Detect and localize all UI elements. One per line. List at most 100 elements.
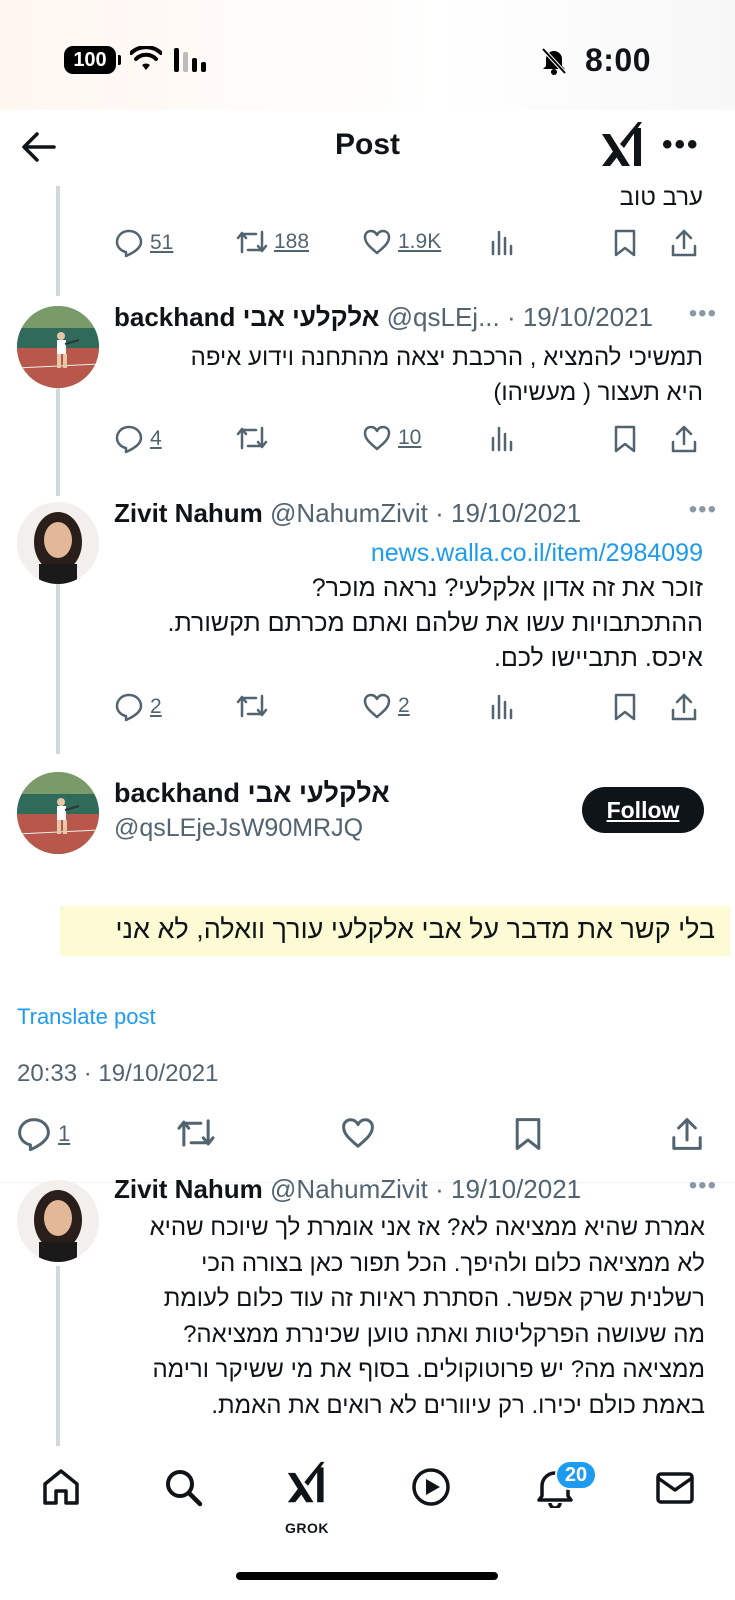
share-button[interactable] — [670, 228, 698, 258]
follow-button[interactable]: Follow — [582, 787, 704, 833]
bookmark-icon — [614, 229, 636, 257]
repost-icon — [177, 1119, 215, 1147]
views-button[interactable] — [490, 228, 516, 256]
views-button[interactable] — [490, 692, 516, 720]
bookmark-button[interactable] — [512, 1116, 544, 1152]
reply-count: 51 — [150, 231, 174, 254]
like-count: 2 — [398, 694, 410, 717]
grok-logo-icon[interactable] — [600, 120, 648, 170]
reply-count: 1 — [58, 1121, 71, 1146]
handle-and-date[interactable]: @qsLEj... · 19/10/2021 — [387, 302, 653, 332]
bookmark-button[interactable] — [612, 424, 638, 454]
tweet-text-line: היא תעצור ( מעשיהו) — [493, 379, 703, 406]
share-button[interactable] — [670, 692, 698, 722]
tweet-header: Zivit Nahum @NahumZivit · 19/10/2021 ••• — [114, 498, 717, 534]
tweet-actions: 2 2 — [114, 692, 714, 732]
reply-icon — [115, 229, 143, 258]
tweet-actions: 51 188 1.9K — [114, 228, 714, 268]
tweet-text-line: מה שעושה הפרקליטות ואתה טוען שכינרת ממצי… — [183, 1320, 705, 1348]
status-bar: 100 8:00 — [0, 0, 735, 110]
avatar[interactable] — [17, 502, 99, 584]
like-button[interactable]: 2 — [362, 692, 410, 720]
display-name[interactable]: backhand אלקלעי אבי — [114, 302, 379, 332]
display-name[interactable]: Zivit Nahum — [114, 1174, 263, 1204]
heart-icon — [363, 229, 391, 255]
silent-mode-icon — [541, 47, 567, 75]
repost-icon — [236, 230, 268, 254]
woman-portrait-photo — [17, 1180, 99, 1262]
avatar[interactable] — [17, 306, 99, 388]
handle-and-date[interactable]: @NahumZivit · 19/10/2021 — [270, 1174, 581, 1204]
avatar[interactable] — [17, 772, 99, 854]
repost-button[interactable] — [236, 692, 268, 720]
post-thread: ערב טוב 51 188 1.9K backhand אלקלעי אבי … — [0, 186, 735, 1446]
battery-icon: 100 — [64, 46, 121, 74]
home-indicator[interactable] — [236, 1572, 498, 1580]
tweet-header: backhand אלקלעי אבי @qsLEj... · 19/10/20… — [114, 302, 717, 338]
reply-icon — [115, 693, 143, 722]
like-button[interactable]: 10 — [362, 424, 421, 452]
reply-button[interactable]: 4 — [114, 424, 162, 454]
share-icon — [671, 425, 697, 453]
home-icon[interactable] — [40, 1466, 82, 1508]
bookmark-icon — [614, 425, 636, 453]
tweet-header: Zivit Nahum @NahumZivit · 19/10/2021 ••• — [114, 1174, 717, 1210]
translate-post-link[interactable]: Translate post — [17, 1004, 156, 1030]
messages-envelope-icon[interactable] — [654, 1466, 696, 1508]
tweet-text-line: ממציאה מה? יש פרוטוקולים. בסוף את מי ששי… — [152, 1356, 705, 1383]
share-button[interactable] — [670, 424, 698, 454]
more-options-icon[interactable]: ••• — [662, 128, 700, 162]
like-button[interactable] — [340, 1116, 376, 1150]
tweet-text: news.walla.co.il/item/2984099 זוכר את זה… — [168, 536, 703, 676]
repost-icon — [236, 694, 268, 718]
views-icon — [491, 694, 513, 720]
grok-label: GROK — [285, 1520, 329, 1536]
tweet-text-line: לא ממציאה כלום ולהיפך. הכל תפור כאן בצור… — [201, 1249, 705, 1277]
notifications-badge: 20 — [555, 1460, 597, 1490]
video-play-icon[interactable] — [410, 1466, 452, 1508]
share-icon — [671, 229, 697, 257]
repost-icon — [236, 426, 268, 450]
more-options-icon[interactable]: ••• — [689, 302, 717, 328]
more-options-icon[interactable]: ••• — [689, 1174, 717, 1200]
repost-button[interactable]: 188 — [236, 228, 309, 256]
tweet-text-line: תמשיכי להמציא , הרכבת יצאה מהתחנה וידוע … — [190, 344, 703, 371]
display-name[interactable]: backhand אלקלעי אבי — [114, 778, 390, 809]
reply-button[interactable]: 2 — [114, 692, 162, 722]
tweet-actions: 4 10 — [114, 424, 714, 464]
article-link[interactable]: news.walla.co.il/item/2984099 — [168, 536, 703, 571]
tennis-player-photo — [17, 306, 99, 388]
repost-button[interactable] — [176, 1116, 216, 1150]
more-options-icon[interactable]: ••• — [689, 498, 717, 524]
share-button[interactable] — [670, 1116, 704, 1152]
tweet-text-line: איכס. תתביישו לכם. — [493, 644, 703, 672]
avatar[interactable] — [17, 1180, 99, 1262]
display-name[interactable]: Zivit Nahum — [114, 498, 263, 528]
reply-count: 4 — [150, 427, 162, 450]
tweet-text-line: זוכר את זה אדון אלקלעי? נראה מוכר? — [311, 574, 703, 602]
share-icon — [672, 1118, 702, 1150]
tweet-text: אמרת שהיא ממציאה לא? אז אני אומרת לך שיו… — [150, 1210, 705, 1423]
bookmark-button[interactable] — [612, 228, 638, 258]
reply-button[interactable]: 51 — [114, 228, 173, 258]
top-bar: Post ••• — [0, 110, 735, 186]
repost-button[interactable] — [236, 424, 268, 452]
bookmark-button[interactable] — [612, 692, 638, 722]
reply-icon — [115, 425, 143, 454]
tweet-text-line: ההתכתבויות עשו את שלהם ואתם מכרתם תקשורת… — [167, 609, 703, 637]
post-text: בלי קשר את מדבר על אבי אלקלעי עורך וואלה… — [115, 914, 716, 944]
handle[interactable]: @qsLEjeJsW90MRJQ — [114, 814, 363, 843]
like-count: 10 — [398, 426, 422, 449]
wifi-icon — [130, 46, 162, 70]
reply-button[interactable]: 1 — [16, 1116, 70, 1152]
thread-line — [56, 584, 60, 754]
views-button[interactable] — [490, 424, 516, 452]
like-button[interactable]: 1.9K — [362, 228, 441, 256]
bookmark-icon — [515, 1118, 541, 1150]
tweet-text-line: באמת כולם יכירו. רק עיוורים לא רואים את … — [211, 1391, 705, 1419]
grok-icon[interactable] — [286, 1460, 330, 1506]
tweet-text: תמשיכי להמציא , הרכבת יצאה מהתחנה וידוע … — [191, 340, 703, 410]
handle-and-date[interactable]: @NahumZivit · 19/10/2021 — [270, 498, 581, 528]
heart-icon — [342, 1118, 374, 1148]
search-icon[interactable] — [162, 1466, 204, 1508]
